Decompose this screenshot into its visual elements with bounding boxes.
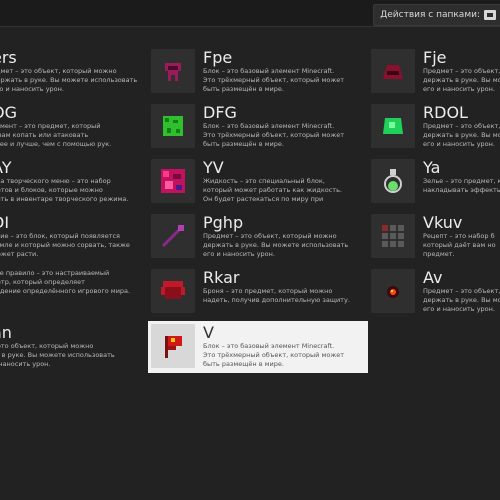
armor-icon [151,269,195,313]
element-name: Fpe [203,49,233,67]
element-description: румент – это предмет, который т вам копа… [0,122,112,148]
element-tile[interactable]: AYдка творческого меню – это набор метов… [0,156,142,208]
recipe-grid-icon [371,214,415,258]
element-name: RDOL [423,104,468,122]
element-tile[interactable]: ersедмет – это объект, который можно дер… [0,46,142,98]
element-tile[interactable]: YV Жидкость – это специальный блок, котор… [148,156,368,208]
element-tile[interactable]: YaЗелье – это предмет, который накладыва… [368,156,500,208]
element-tile[interactable]: Vkuv Рецепт – это набор б который даёт ва… [368,211,500,263]
element-description: Предмет – это объект, который держать в … [423,287,500,313]
element-tile[interactable]: AvПредмет – это объект, который держать … [368,266,500,318]
wand-icon [151,214,195,258]
element-name: DI [0,214,10,232]
potion-icon [371,159,415,203]
element-tile[interactable]: вое правило – это настраиваемый метр, ко… [0,266,142,318]
element-description: – это объект, который можно ть в руке. В… [0,342,115,368]
element-description: дка творческого меню – это набор метов и… [0,177,129,203]
element-name: OG [0,104,17,122]
fire-orb-icon [371,269,415,313]
element-tile[interactable]: Fpe Блок – это базовый элемент Minecraft.… [148,46,368,98]
element-description: вое правило – это настраиваемый метр, ко… [0,269,131,295]
folder-actions-label: Действия с папками: [380,10,480,20]
element-tile[interactable]: an– это объект, который можно ть в руке.… [0,321,142,373]
element-description: Рецепт – это набор б который даёт вам но… [423,232,496,258]
element-description: Блок – это базовый элемент Minecraft. Эт… [203,122,344,148]
element-name: Av [423,269,443,287]
element-description: Броня – это предмет, который можно надет… [203,287,350,304]
element-name: Rkar [203,269,240,287]
magenta-liquid-icon [151,159,195,203]
element-description: Зелье – это предмет, который накладывать… [423,177,500,194]
element-name: Fje [423,49,447,67]
top-toolbar: Действия с папками: [0,0,500,27]
element-name: Pghp [203,214,244,232]
element-tile[interactable]: Pghp Предмет – это объект, который можно … [148,211,368,263]
element-description: Предмет – это объект, который держать в … [423,67,500,93]
element-tile[interactable]: FjeПредмет – это объект, который держать… [368,46,500,98]
element-description: Предмет – это объект, который можно держ… [203,232,349,258]
folder-icon[interactable] [484,10,496,20]
element-description: едмет – это объект, который можно держат… [0,67,138,93]
element-name: V [203,324,214,342]
red-flag-block-icon [151,324,195,368]
element-tile[interactable]: OGрумент – это предмет, который т вам ко… [0,101,142,153]
green-block-icon [151,104,195,148]
element-name: Vkuv [423,214,463,232]
element-name: AY [0,159,12,177]
element-description: Жидкость – это специальный блок, который… [203,177,342,203]
element-tile-selected[interactable]: V Блок – это базовый элемент Minecraft. Э… [148,321,368,373]
element-tile[interactable]: DIение – это блок, который появляется зе… [0,211,142,263]
helmet-icon [151,49,195,93]
element-description: Блок – это базовый элемент Minecraft. Эт… [203,67,344,93]
folder-actions-control[interactable]: Действия с папками: [373,4,500,26]
element-name: ers [0,49,17,67]
element-description: ение – это блок, который появляется земл… [0,232,130,258]
element-name: an [0,324,12,342]
element-tile[interactable]: Rkar Броня – это предмет, который можно н… [148,266,368,318]
element-tile[interactable]: RDOLПредмет – это объект, который держат… [368,101,500,153]
green-gem-icon [371,104,415,148]
element-name: Ya [423,159,441,177]
element-tile[interactable]: DFG Блок – это базовый элемент Minecraft.… [148,101,368,153]
element-name: DFG [203,104,237,122]
dark-red-helmet-icon [371,49,415,93]
element-name: YV [203,159,224,177]
element-description: Предмет – это объект, который держать в … [423,122,500,148]
element-description: Блок – это базовый элемент Minecraft. Эт… [203,342,344,368]
